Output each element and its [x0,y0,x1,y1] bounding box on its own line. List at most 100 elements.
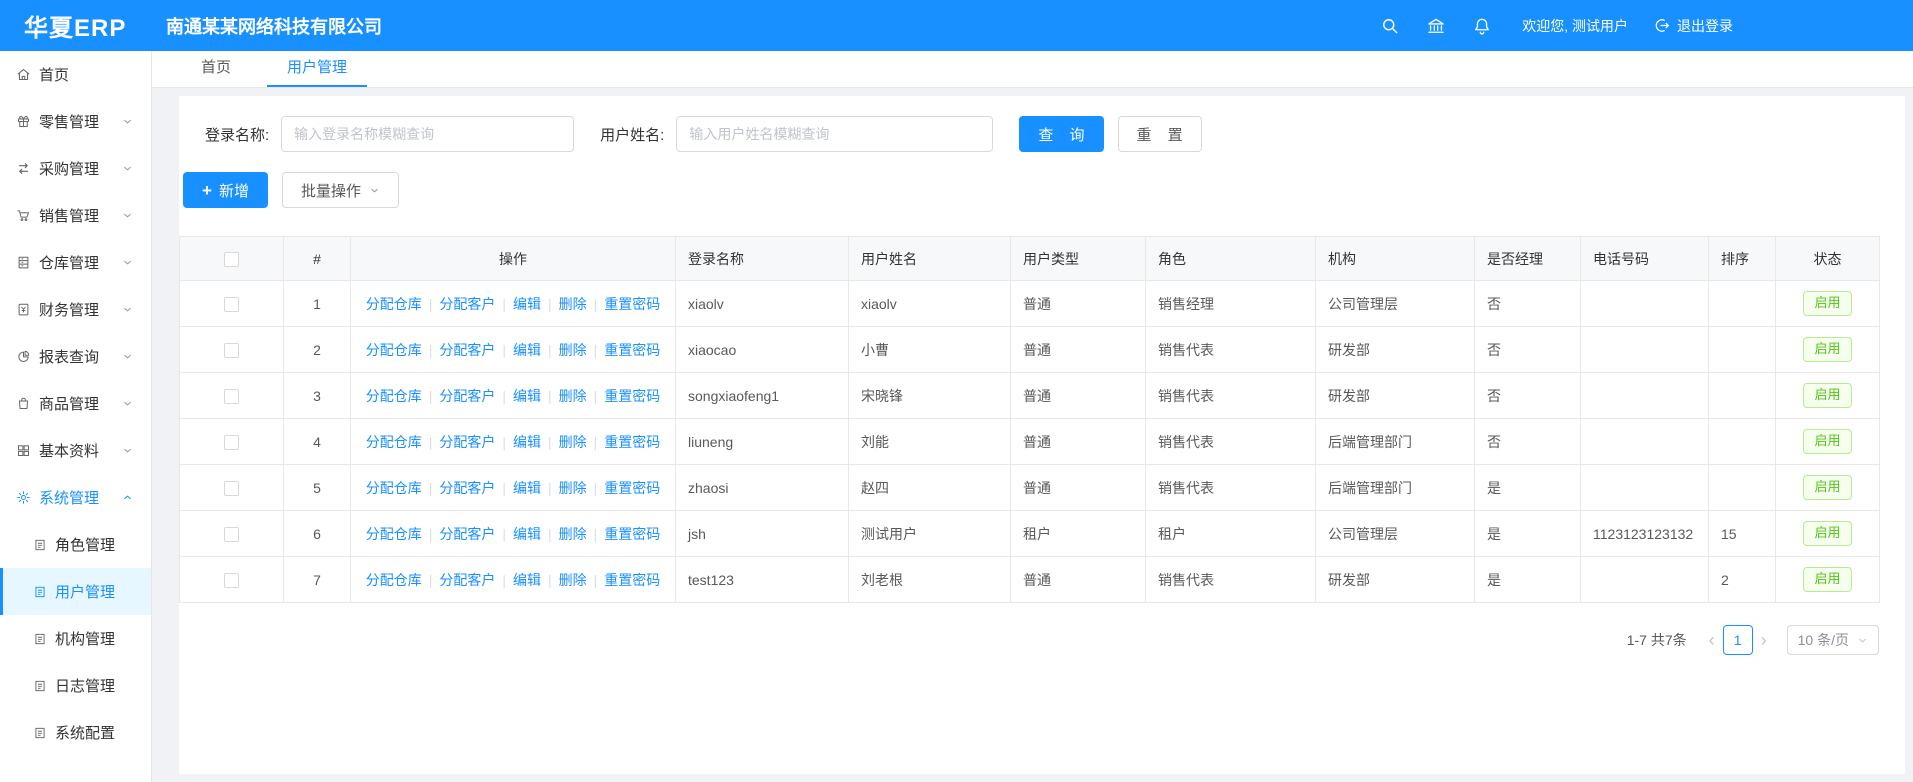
action-separator: | [594,342,598,358]
file-icon [33,585,47,599]
sidebar-subitem-org[interactable]: 机构管理 [0,615,151,662]
assign-customer-link[interactable]: 分配客户 [439,388,495,404]
sidebar-item-warehouse[interactable]: 仓库管理 [0,239,151,286]
file-icon [33,726,47,740]
assign-customer-link[interactable]: 分配客户 [439,434,495,450]
tab-home[interactable]: 首页 [181,48,251,87]
logout-button[interactable]: 退出登录 [1654,16,1733,36]
cell-login-name: zhaosi [676,465,849,511]
action-separator: | [502,342,506,358]
reset-password-link[interactable]: 重置密码 [604,296,660,312]
select-all-checkbox[interactable] [224,252,239,267]
login-name-input[interactable] [281,116,574,152]
home-icon [16,67,31,82]
row-select-cell [180,511,284,557]
assign-warehouse-link[interactable]: 分配仓库 [366,434,422,450]
edit-link[interactable]: 编辑 [513,388,541,404]
assign-warehouse-link[interactable]: 分配仓库 [366,572,422,588]
sidebar-item-products[interactable]: 商品管理 [0,380,151,427]
cell-org: 后端管理部门 [1316,419,1475,465]
delete-link[interactable]: 删除 [559,480,587,496]
bell-icon[interactable] [1472,16,1492,36]
sidebar-subitem-user[interactable]: 用户管理 [0,568,151,615]
sidebar-subitem-config[interactable]: 系统配置 [0,709,151,756]
user-name-input[interactable] [676,116,993,152]
assign-customer-link[interactable]: 分配客户 [439,296,495,312]
assign-warehouse-link[interactable]: 分配仓库 [366,342,422,358]
sidebar-item-finance[interactable]: 财务管理 [0,286,151,333]
delete-link[interactable]: 删除 [559,388,587,404]
status-badge: 启用 [1803,383,1851,408]
tab-bar: 首页 用户管理 [152,51,1913,88]
reset-password-link[interactable]: 重置密码 [604,388,660,404]
row-select-cell [180,281,284,327]
reset-password-link[interactable]: 重置密码 [604,526,660,542]
sidebar-item-reports[interactable]: 报表查询 [0,333,151,380]
column-header-org: 机构 [1316,237,1475,281]
assign-customer-link[interactable]: 分配客户 [439,480,495,496]
sidebar-item-purchase[interactable]: 采购管理 [0,145,151,192]
sidebar-item-home[interactable]: 首页 [0,51,151,98]
edit-link[interactable]: 编辑 [513,296,541,312]
delete-link[interactable]: 删除 [559,526,587,542]
row-checkbox[interactable] [224,435,239,450]
cell-phone [1581,465,1709,511]
edit-link[interactable]: 编辑 [513,572,541,588]
add-button[interactable]: + 新增 [183,172,268,208]
query-button[interactable]: 查 询 [1019,116,1103,152]
reset-button[interactable]: 重 置 [1118,116,1202,152]
assign-warehouse-link[interactable]: 分配仓库 [366,296,422,312]
reset-password-link[interactable]: 重置密码 [604,480,660,496]
delete-link[interactable]: 删除 [559,434,587,450]
assign-customer-link[interactable]: 分配客户 [439,342,495,358]
edit-link[interactable]: 编辑 [513,342,541,358]
cell-login-name: songxiaofeng1 [676,373,849,419]
row-checkbox[interactable] [224,573,239,588]
assign-warehouse-link[interactable]: 分配仓库 [366,526,422,542]
next-page-button[interactable]: › [1753,631,1775,649]
row-checkbox[interactable] [224,481,239,496]
cell-user-type: 普通 [1011,419,1146,465]
row-checkbox[interactable] [224,343,239,358]
assign-warehouse-link[interactable]: 分配仓库 [366,480,422,496]
delete-link[interactable]: 删除 [559,342,587,358]
reset-password-link[interactable]: 重置密码 [604,342,660,358]
sidebar-item-sales[interactable]: 销售管理 [0,192,151,239]
row-select-cell [180,557,284,603]
reset-password-link[interactable]: 重置密码 [604,572,660,588]
edit-link[interactable]: 编辑 [513,480,541,496]
assign-customer-link[interactable]: 分配客户 [439,572,495,588]
chevron-down-icon [122,116,133,127]
batch-button-label: 批量操作 [301,180,361,201]
row-checkbox[interactable] [224,527,239,542]
search-icon[interactable] [1380,16,1400,36]
current-page-button[interactable]: 1 [1723,625,1753,655]
sidebar: 首页 零售管理 采购管理 销售管理 仓库管理 财务管理 [0,51,152,782]
row-select-cell [180,419,284,465]
assign-customer-link[interactable]: 分配客户 [439,526,495,542]
cell-user-name: 宋晓锋 [849,373,1011,419]
action-separator: | [429,480,433,496]
row-checkbox[interactable] [224,389,239,404]
sidebar-subitem-log[interactable]: 日志管理 [0,662,151,709]
tab-user-management[interactable]: 用户管理 [267,48,367,87]
delete-link[interactable]: 删除 [559,296,587,312]
sidebar-item-label: 零售管理 [39,111,99,132]
edit-link[interactable]: 编辑 [513,434,541,450]
page-size-select[interactable]: 10 条/页 [1787,625,1879,655]
row-checkbox[interactable] [224,297,239,312]
bank-icon[interactable] [1426,16,1446,36]
assign-warehouse-link[interactable]: 分配仓库 [366,388,422,404]
edit-link[interactable]: 编辑 [513,526,541,542]
sidebar-item-basic-data[interactable]: 基本资料 [0,427,151,474]
sidebar-subitem-role[interactable]: 角色管理 [0,521,151,568]
login-name-label: 登录名称: [205,124,269,145]
prev-page-button[interactable]: ‹ [1701,631,1723,649]
sidebar-item-system[interactable]: 系统管理 [0,474,151,521]
batch-operations-button[interactable]: 批量操作 [282,172,399,208]
sidebar-item-label: 财务管理 [39,299,99,320]
delete-link[interactable]: 删除 [559,572,587,588]
action-separator: | [429,526,433,542]
sidebar-item-retail[interactable]: 零售管理 [0,98,151,145]
reset-password-link[interactable]: 重置密码 [604,434,660,450]
